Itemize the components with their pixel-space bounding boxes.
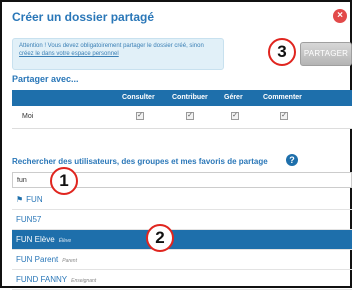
result-name: FUN Elève <box>16 235 55 244</box>
result-role: Enseignant <box>71 278 97 284</box>
annotation-badge-3: 3 <box>268 38 296 66</box>
row-name: Moi <box>22 113 34 120</box>
column-consulter: Consulter <box>122 94 155 101</box>
checkbox-gerer[interactable]: ✓ <box>231 112 239 120</box>
checkbox-consulter[interactable]: ✓ <box>136 112 144 120</box>
result-fun57[interactable]: FUN57 <box>12 210 352 230</box>
dialog-title: Créer un dossier partagé <box>12 10 155 24</box>
result-name: FUN <box>26 195 43 204</box>
result-fund-fanny[interactable]: FUND FANNY Enseignant <box>12 270 352 290</box>
column-gerer: Gérer <box>224 94 243 101</box>
checkbox-contribuer[interactable]: ✓ <box>186 112 194 120</box>
result-fun-eleve[interactable]: FUN Elève Élève <box>12 230 352 250</box>
result-fun[interactable]: ⚑ FUN <box>12 190 352 210</box>
annotation-badge-2: 2 <box>146 224 174 252</box>
checkbox-commenter[interactable]: ✓ <box>280 112 288 120</box>
result-fun-parent[interactable]: FUN Parent Parent <box>12 250 352 270</box>
search-label: Rechercher des utilisateurs, des groupes… <box>12 157 268 166</box>
close-icon[interactable]: × <box>333 9 347 23</box>
result-name: FUND FANNY <box>16 275 68 284</box>
share-with-label: Partager avec... <box>12 74 79 84</box>
column-contribuer: Contribuer <box>172 94 208 101</box>
help-icon[interactable]: ? <box>286 154 298 166</box>
warning-message: Attention ! Vous devez obligatoirement p… <box>12 38 224 70</box>
permissions-table: Consulter Contribuer Gérer Commenter Moi… <box>12 90 352 130</box>
warning-line-2-link[interactable]: créez le dans votre espace personnel <box>19 50 217 58</box>
bookmark-icon: ⚑ <box>16 195 24 204</box>
share-dialog: Créer un dossier partagé × Attention ! V… <box>0 0 352 290</box>
permissions-header: Consulter Contribuer Gérer Commenter <box>12 90 352 106</box>
result-role: Parent <box>62 258 77 264</box>
column-commenter: Commenter <box>263 94 302 101</box>
table-row: Moi ✓ ✓ ✓ ✓ <box>12 106 352 129</box>
result-role: Élève <box>58 238 72 244</box>
result-name: FUN57 <box>16 215 42 224</box>
result-name: FUN Parent <box>16 255 59 264</box>
share-button[interactable]: PARTAGER <box>300 42 352 66</box>
warning-line-1: Attention ! Vous devez obligatoirement p… <box>19 43 204 49</box>
